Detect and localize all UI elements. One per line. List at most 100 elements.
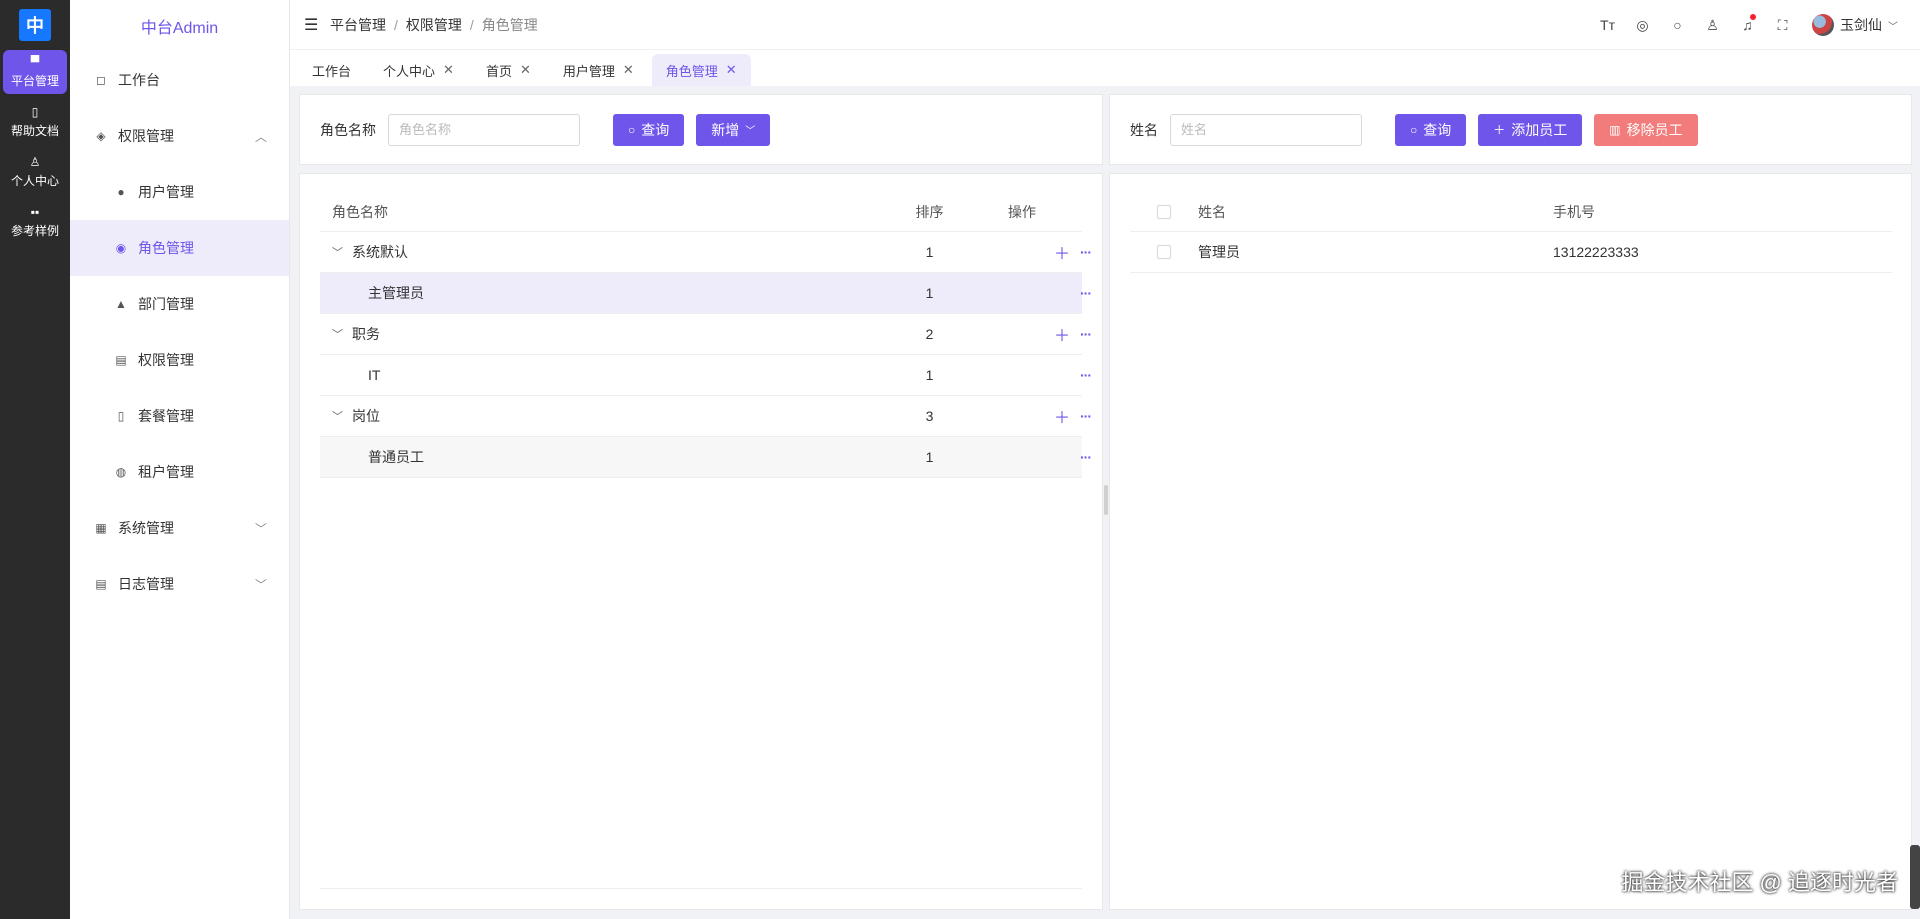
chevron-down-icon[interactable]: ﹀: [1888, 18, 1898, 33]
menu-item-roles[interactable]: ◉ 角色管理: [70, 220, 289, 276]
bell-icon[interactable]: ♫: [1730, 14, 1765, 33]
menu-item-label: 部门管理: [138, 296, 194, 312]
tab-home[interactable]: 首页 ✕: [472, 54, 545, 86]
menu-item-label: 角色管理: [138, 240, 194, 256]
table-row[interactable]: ﹀ 系统默认 1 ＋ ···: [320, 232, 1092, 273]
font-size-icon[interactable]: Tт: [1590, 17, 1625, 33]
username[interactable]: 玉剑仙: [1840, 15, 1882, 35]
menu-item-departments[interactable]: ▲ 部门管理: [70, 276, 289, 332]
menu-group-permission[interactable]: ◈ 权限管理 ︿: [70, 108, 289, 164]
breadcrumb-current: 角色管理: [481, 16, 538, 33]
rail-item-profile[interactable]: ♙ 个人中心: [3, 150, 67, 194]
column-header: 姓名: [1198, 203, 1226, 220]
table-row[interactable]: 管理员 13122223333: [1130, 232, 1892, 273]
table-row[interactable]: ﹀ 职务 2 ＋ ···: [320, 314, 1092, 355]
tab-bar: 工作台 个人中心 ✕ 首页 ✕ 用户管理 ✕ 角色管理 ✕: [290, 50, 1920, 86]
layout-icon: ▤: [115, 353, 127, 367]
close-icon[interactable]: ✕: [623, 62, 634, 78]
tab-label: 角色管理: [665, 63, 718, 79]
log-icon: ▤: [95, 577, 107, 591]
pane-splitter[interactable]: [1104, 485, 1108, 515]
table-row[interactable]: 主管理员 1 ···: [320, 273, 1092, 314]
menu-item-label: 用户管理: [138, 184, 194, 200]
globe-icon[interactable]: ◎: [1625, 17, 1660, 34]
rail-item-label: 平台管理: [10, 74, 59, 88]
plus-icon[interactable]: ＋: [1054, 404, 1070, 428]
table-header: 姓名 手机号: [1130, 192, 1892, 232]
close-icon[interactable]: ✕: [520, 62, 531, 78]
chevron-down-icon: ﹀: [745, 126, 756, 137]
role-sort: 1: [925, 367, 934, 383]
menu-item-label: 权限管理: [138, 352, 194, 368]
user-icon: ●: [117, 185, 125, 199]
more-icon[interactable]: ···: [1080, 367, 1092, 383]
search-icon[interactable]: ○: [1660, 17, 1695, 33]
tab-label: 首页: [485, 63, 512, 79]
table-row[interactable]: ﹀ 岗位 3 ＋ ···: [320, 396, 1092, 437]
fullscreen-icon[interactable]: ⛶: [1765, 17, 1800, 34]
role-sort: 1: [925, 285, 934, 301]
rail-item-examples[interactable]: ▪▪ 参考样例: [3, 200, 67, 244]
menu-item-tenants[interactable]: ◍ 租户管理: [70, 444, 289, 500]
chevron-down-icon[interactable]: ﹀: [332, 408, 352, 424]
chevron-down-icon[interactable]: ﹀: [332, 244, 352, 260]
sidebar-menu: 中台Admin ◻ 工作台 ◈ 权限管理 ︿ ● 用户管理 ◉ 角色管理 ▲ 部…: [70, 0, 290, 919]
header-actions: Tт ◎ ○ ♙ ♫ ⛶ 玉剑仙 ﹀: [1590, 0, 1898, 50]
search-icon: ○: [1410, 122, 1418, 137]
close-icon[interactable]: ✕: [443, 62, 454, 78]
row-checkbox[interactable]: [1157, 245, 1171, 259]
menu-item-label: 系统管理: [118, 520, 174, 536]
app-logo[interactable]: 中: [19, 9, 51, 41]
rail-item-platform[interactable]: ▀ 平台管理: [3, 50, 67, 94]
breadcrumb-item[interactable]: 平台管理: [330, 15, 386, 35]
avatar[interactable]: [1812, 14, 1834, 36]
more-icon[interactable]: ···: [1080, 285, 1092, 301]
more-icon[interactable]: ···: [1080, 449, 1092, 465]
role-query-button[interactable]: ○ 查询: [613, 113, 685, 146]
dashboard-icon: ◻: [96, 73, 106, 87]
rail-item-label: 帮助文档: [10, 124, 59, 138]
user-phone: 13122223333: [1553, 244, 1639, 260]
button-label: 新增: [711, 121, 740, 138]
plus-icon[interactable]: ＋: [1054, 322, 1070, 346]
menu-item-workbench[interactable]: ◻ 工作台: [70, 52, 289, 108]
role-icon: ◉: [115, 241, 127, 255]
menu-item-packages[interactable]: ▯ 套餐管理: [70, 388, 289, 444]
monitor-icon: ▀: [30, 55, 40, 69]
menu-group-logs[interactable]: ▤ 日志管理 ﹀: [70, 556, 289, 612]
org-chart-icon: ▲: [115, 297, 127, 311]
plus-icon[interactable]: ＋: [1054, 240, 1070, 264]
menu-item-users[interactable]: ● 用户管理: [70, 164, 289, 220]
tab-users[interactable]: 用户管理 ✕: [549, 54, 648, 86]
menu-item-permissions[interactable]: ▤ 权限管理: [70, 332, 289, 388]
menu-item-label: 日志管理: [118, 576, 174, 592]
more-icon[interactable]: ···: [1080, 326, 1092, 342]
user-query-button[interactable]: ○ 查询: [1395, 113, 1467, 146]
role-name: 普通员工: [368, 449, 424, 465]
select-all-checkbox[interactable]: [1157, 204, 1171, 219]
tab-profile[interactable]: 个人中心 ✕: [369, 54, 468, 86]
button-label: 添加员工: [1511, 121, 1568, 138]
table-row[interactable]: 普通员工 1 ···: [320, 437, 1092, 478]
add-employee-button[interactable]: ＋ 添加员工: [1478, 113, 1583, 146]
breadcrumb-item[interactable]: 权限管理: [406, 15, 462, 35]
table-row[interactable]: IT 1 ···: [320, 355, 1092, 396]
chevron-down-icon[interactable]: ﹀: [332, 326, 352, 342]
more-icon[interactable]: ···: [1080, 408, 1092, 424]
role-add-button[interactable]: 新增 ﹀: [696, 113, 771, 146]
breadcrumb-separator: /: [469, 16, 474, 33]
scrollbar-thumb[interactable]: [1910, 845, 1920, 909]
tab-roles[interactable]: 角色管理 ✕: [651, 54, 751, 86]
table-footer-divider: [320, 888, 1082, 889]
remove-employee-button[interactable]: ▥ 移除员工: [1594, 113, 1698, 146]
menu-toggle-icon[interactable]: ☰: [304, 15, 324, 35]
menu-group-system[interactable]: ▦ 系统管理 ﹀: [70, 500, 289, 556]
rail-item-help[interactable]: ▯ 帮助文档: [3, 100, 67, 144]
role-name-input[interactable]: [388, 113, 580, 146]
document-icon: ▯: [31, 105, 39, 119]
close-icon[interactable]: ✕: [726, 62, 737, 78]
shirt-icon[interactable]: ♙: [1695, 17, 1730, 34]
tab-workbench[interactable]: 工作台: [298, 54, 365, 86]
more-icon[interactable]: ···: [1080, 244, 1092, 260]
name-input[interactable]: [1170, 113, 1362, 146]
